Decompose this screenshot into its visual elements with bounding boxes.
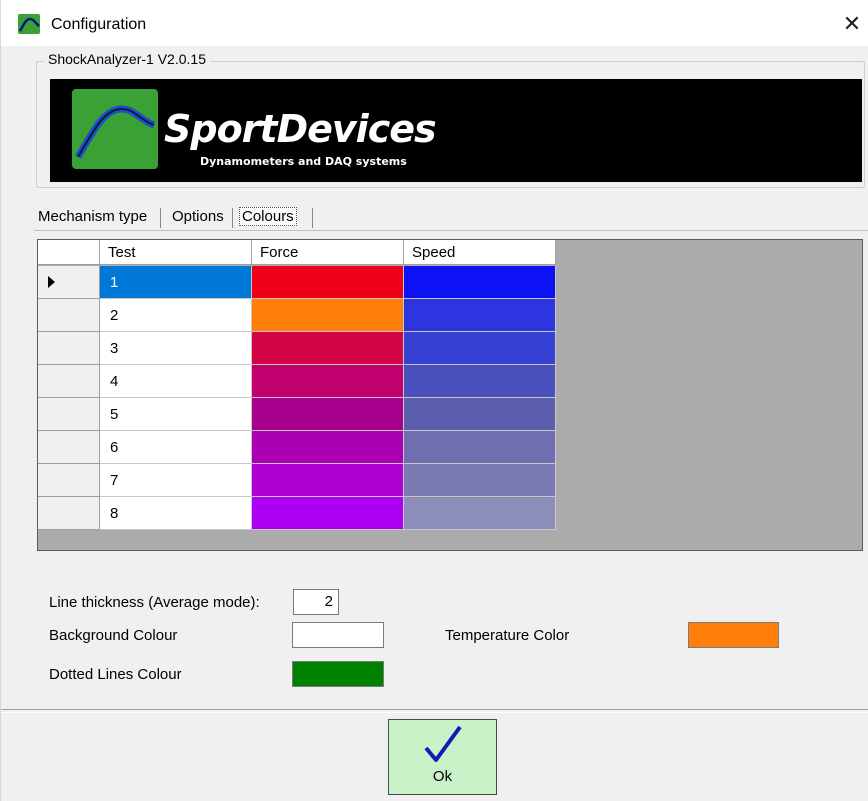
tab-colours[interactable]: Colours	[239, 204, 297, 230]
speed-colour-cell[interactable]	[404, 266, 556, 299]
row-header[interactable]	[38, 398, 100, 431]
window-title: Configuration	[51, 16, 147, 33]
column-header-speed[interactable]: Speed	[404, 240, 556, 265]
force-colour-cell[interactable]	[252, 299, 404, 332]
temperature-color-label: Temperature Color	[445, 627, 570, 644]
column-header-force[interactable]: Force	[252, 240, 404, 265]
row-header[interactable]	[38, 365, 100, 398]
sportdevices-logo: SportDevices Dynamometers and DAQ system…	[50, 79, 862, 182]
test-cell[interactable]: 3	[100, 332, 252, 365]
force-colour-cell[interactable]	[252, 398, 404, 431]
speed-colour-cell[interactable]	[404, 332, 556, 365]
tab-mechanism-type[interactable]: Mechanism type	[38, 204, 147, 230]
tab-options[interactable]: Options	[172, 204, 224, 230]
tab-separator	[232, 208, 233, 228]
test-cell[interactable]: 7	[100, 464, 252, 497]
line-thickness-input[interactable]: 2	[293, 589, 339, 615]
tab-colours-label: Colours	[239, 207, 297, 226]
column-header-test[interactable]: Test	[100, 240, 252, 265]
ok-label: Ok	[432, 768, 453, 785]
force-colour-cell[interactable]	[252, 464, 404, 497]
speed-colour-cell[interactable]	[404, 431, 556, 464]
speed-colour-cell[interactable]	[404, 497, 556, 530]
tab-separator	[160, 208, 161, 228]
test-cell[interactable]: 8	[100, 497, 252, 530]
line-thickness-label: Line thickness (Average mode):	[49, 594, 260, 611]
close-icon[interactable]: ✕	[837, 9, 867, 39]
logo-graph-icon	[72, 89, 158, 169]
force-colour-cell[interactable]	[252, 365, 404, 398]
current-row-pointer-icon	[48, 276, 55, 288]
version-label: ShockAnalyzer-1 V2.0.15	[44, 51, 210, 67]
bottom-separator	[1, 709, 868, 713]
dotted-lines-colour-label: Dotted Lines Colour	[49, 666, 182, 683]
force-colour-cell[interactable]	[252, 266, 404, 299]
row-header[interactable]	[38, 464, 100, 497]
grid-corner-header	[38, 240, 100, 265]
logo-name: SportDevices	[164, 107, 437, 151]
dotted-lines-colour-swatch[interactable]	[292, 661, 384, 687]
temperature-color-swatch[interactable]	[688, 622, 779, 648]
row-header[interactable]	[38, 497, 100, 530]
speed-colour-cell[interactable]	[404, 299, 556, 332]
app-icon	[18, 14, 40, 34]
test-cell[interactable]: 2	[100, 299, 252, 332]
configuration-window: Configuration ✕ ShockAnalyzer-1 V2.0.15 …	[0, 0, 868, 801]
force-colour-cell[interactable]	[252, 431, 404, 464]
test-cell[interactable]: 5	[100, 398, 252, 431]
tab-mechanism-type-label: Mechanism type	[38, 208, 148, 225]
tab-options-label: Options	[172, 208, 224, 225]
row-header[interactable]	[38, 332, 100, 365]
ok-button[interactable]: Ok	[388, 719, 497, 795]
force-colour-cell[interactable]	[252, 332, 404, 365]
checkmark-icon	[423, 724, 463, 772]
colours-grid[interactable]: Test Force Speed 12345678	[37, 239, 863, 551]
background-colour-label: Background Colour	[49, 627, 178, 644]
background-colour-swatch[interactable]	[292, 622, 384, 648]
speed-colour-cell[interactable]	[404, 464, 556, 497]
row-header[interactable]	[38, 431, 100, 464]
logo-tagline: Dynamometers and DAQ systems	[200, 155, 407, 168]
test-cell[interactable]: 1	[100, 266, 252, 299]
test-cell[interactable]: 4	[100, 365, 252, 398]
force-colour-cell[interactable]	[252, 497, 404, 530]
row-header[interactable]	[38, 299, 100, 332]
speed-colour-cell[interactable]	[404, 398, 556, 431]
tab-separator	[312, 208, 313, 228]
speed-colour-cell[interactable]	[404, 365, 556, 398]
row-header[interactable]	[38, 266, 100, 299]
title-bar: Configuration ✕	[1, 0, 868, 46]
test-cell[interactable]: 6	[100, 431, 252, 464]
